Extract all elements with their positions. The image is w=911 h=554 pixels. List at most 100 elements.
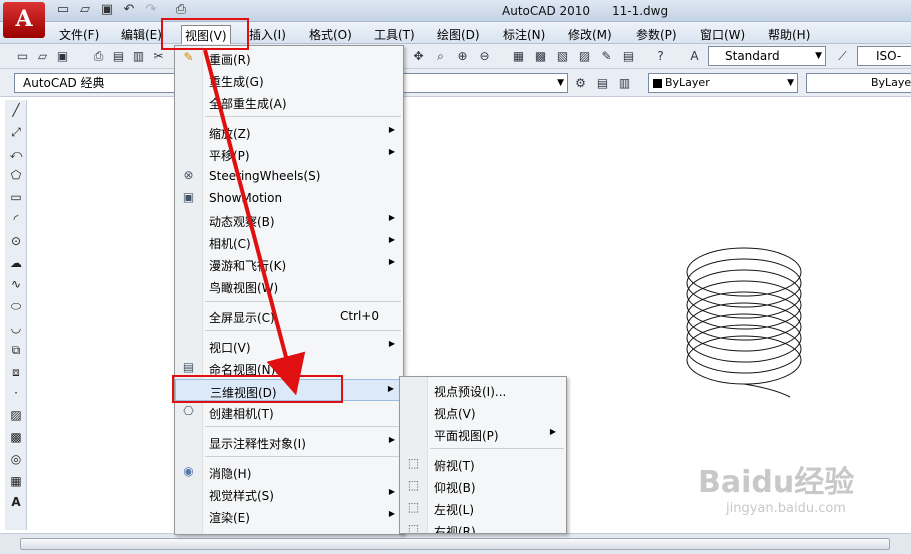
menu-pan[interactable]: 平移(P) ▶ [175, 143, 405, 165]
menu-aerial-view[interactable]: 鸟瞰视图(W) [175, 275, 405, 297]
submenu-arrow-icon: ▶ [388, 435, 395, 444]
save-icon[interactable]: ▣ [98, 2, 116, 18]
arc-icon[interactable]: ◜ [5, 209, 27, 231]
menu-camera[interactable]: 相机(C) ▶ [175, 231, 405, 253]
menu-dimension[interactable]: 标注(N) [500, 25, 548, 44]
point-icon[interactable]: · [5, 383, 27, 405]
cube-top-icon: ⬚ [407, 456, 420, 470]
camera-icon: ⎔ [183, 404, 194, 418]
menu-help[interactable]: 帮助(H) [765, 25, 813, 44]
application-menu-button[interactable]: A [3, 2, 45, 38]
undo-icon[interactable]: ↶ [120, 2, 138, 18]
menu-insert[interactable]: 插入(I) [246, 25, 289, 44]
submenu-arrow-icon: ▶ [387, 384, 394, 393]
print-preview-icon[interactable]: ▤ [110, 48, 127, 65]
cut-icon[interactable]: ✂ [150, 48, 167, 65]
dim-style-icon[interactable]: ⟋ [834, 48, 851, 65]
tool-palettes-icon[interactable]: ▧ [554, 48, 571, 65]
menu-window[interactable]: 窗口(W) [697, 25, 748, 44]
insert-block-icon[interactable]: ⧉ [5, 340, 27, 362]
text-style-select[interactable]: Standard ▼ [708, 46, 826, 66]
help-icon[interactable]: ? [652, 48, 669, 65]
menu-visual-styles[interactable]: 视觉样式(S) ▶ [175, 483, 405, 505]
menu-right-view[interactable]: ⬚ 右视(R) [400, 519, 566, 533]
properties-icon[interactable]: ▦ [510, 48, 527, 65]
menu-clean-screen[interactable]: 全屏显示(C) Ctrl+0 [175, 305, 405, 327]
sheet-set-icon[interactable]: ▨ [576, 48, 593, 65]
menu-create-camera[interactable]: ⎔ 创建相机(T) [175, 401, 405, 423]
open-file-icon[interactable]: ▱ [76, 2, 94, 18]
menu-left-view[interactable]: ⬚ 左视(L) [400, 497, 566, 519]
menu-render[interactable]: 渲染(E) ▶ [175, 505, 405, 527]
ellipse-arc-icon[interactable]: ◡ [5, 318, 27, 340]
table-icon[interactable]: ▦ [5, 471, 27, 493]
plot-icon[interactable]: ⎙ [172, 2, 190, 18]
linetype-select[interactable]: ByLayer [806, 73, 911, 93]
menu-plan-view[interactable]: 平面视图(P) ▶ [400, 423, 566, 445]
menu-bottom-view[interactable]: ⬚ 仰视(B) [400, 475, 566, 497]
horizontal-scrollbar[interactable] [0, 533, 911, 554]
hatch-icon[interactable]: ▨ [5, 405, 27, 427]
new-icon[interactable]: ▭ [14, 48, 31, 65]
pan-icon[interactable]: ✥ [410, 48, 427, 65]
menu-parametric[interactable]: 参数(P) [633, 25, 680, 44]
scrollbar-thumb[interactable] [20, 538, 890, 550]
app-title: AutoCAD 2010 [502, 4, 591, 18]
linetype-value: ByLayer [871, 76, 911, 89]
menu-viewpoint-presets[interactable]: 视点预设(I)... [400, 379, 566, 401]
gradient-icon[interactable]: ▩ [5, 427, 27, 449]
menu-orbit[interactable]: 动态观察(B) ▶ [175, 209, 405, 231]
menu-viewpoint[interactable]: 视点(V) [400, 401, 566, 423]
markup-icon[interactable]: ✎ [598, 48, 615, 65]
revision-cloud-icon[interactable]: ☁ [5, 253, 27, 275]
print-icon[interactable]: ⎙ [90, 48, 107, 65]
menu-steeringwheels[interactable]: ⊗ SteeringWheels(S) [175, 165, 405, 187]
menu-modify[interactable]: 修改(M) [565, 25, 615, 44]
multiline-text-icon[interactable]: A [5, 492, 27, 514]
construction-line-icon[interactable]: ⤢ [5, 122, 27, 144]
ellipse-icon[interactable]: ⬭ [5, 296, 27, 318]
menu-zoom[interactable]: 缩放(Z) ▶ [175, 121, 405, 143]
menu-draw[interactable]: 绘图(D) [434, 25, 483, 44]
open-icon[interactable]: ▱ [34, 48, 51, 65]
menu-top-view[interactable]: ⬚ 俯视(T) [400, 453, 566, 475]
circle-icon[interactable]: ⊙ [5, 231, 27, 253]
polygon-icon[interactable]: ⬠ [5, 165, 27, 187]
menu-format[interactable]: 格式(O) [306, 25, 355, 44]
new-file-icon[interactable]: ▭ [54, 2, 72, 18]
menu-regen[interactable]: 重生成(G) [175, 69, 405, 91]
menu-tools[interactable]: 工具(T) [371, 25, 418, 44]
redo-icon[interactable]: ↷ [142, 2, 160, 18]
color-select[interactable]: ByLayer ▼ [648, 73, 798, 93]
annotation-box-view-menu [161, 18, 249, 50]
menu-hide[interactable]: ◉ 消隐(H) [175, 461, 405, 483]
spline-icon[interactable]: ∿ [5, 274, 27, 296]
menu-viewports[interactable]: 视口(V) ▶ [175, 335, 405, 357]
text-style-icon[interactable]: A [686, 48, 703, 65]
layer-previous-icon[interactable]: ▥ [616, 75, 633, 92]
line-icon[interactable]: ╱ [5, 100, 27, 122]
zoom-window-icon[interactable]: ⊕ [454, 48, 471, 65]
menu-redraw[interactable]: ✎ 重画(R) [175, 47, 405, 69]
menu-file[interactable]: 文件(F) [56, 25, 102, 44]
menu-regen-all[interactable]: 全部重生成(A) [175, 91, 405, 113]
rectangle-icon[interactable]: ▭ [5, 187, 27, 209]
menu-annotation-objects[interactable]: 显示注释性对象(I) ▶ [175, 431, 405, 453]
menu-showmotion[interactable]: ▣ ShowMotion [175, 187, 405, 209]
region-icon[interactable]: ◎ [5, 449, 27, 471]
polyline-icon[interactable]: ⤺ [5, 144, 27, 166]
design-center-icon[interactable]: ▩ [532, 48, 549, 65]
workspace-settings-icon[interactable]: ⚙ [572, 75, 589, 92]
calculator-icon[interactable]: ▤ [620, 48, 637, 65]
make-block-icon[interactable]: ⧈ [5, 362, 27, 384]
draw-toolbar: ╱ ⤢ ⤺ ⬠ ▭ ◜ ⊙ ☁ ∿ ⬭ ◡ ⧉ ⧈ · ▨ ▩ ◎ ▦ A [5, 100, 27, 530]
layer-manager-icon[interactable]: ▤ [594, 75, 611, 92]
dim-style-select[interactable]: ISO-25 [857, 46, 911, 81]
publish-icon[interactable]: ▥ [130, 48, 147, 65]
zoom-previous-icon[interactable]: ⊖ [476, 48, 493, 65]
menu-edit[interactable]: 编辑(E) [118, 25, 165, 44]
menu-separator [205, 330, 401, 331]
save-icon[interactable]: ▣ [54, 48, 71, 65]
zoom-realtime-icon[interactable]: ⌕ [432, 48, 449, 65]
menu-walk-fly[interactable]: 漫游和飞行(K) ▶ [175, 253, 405, 275]
